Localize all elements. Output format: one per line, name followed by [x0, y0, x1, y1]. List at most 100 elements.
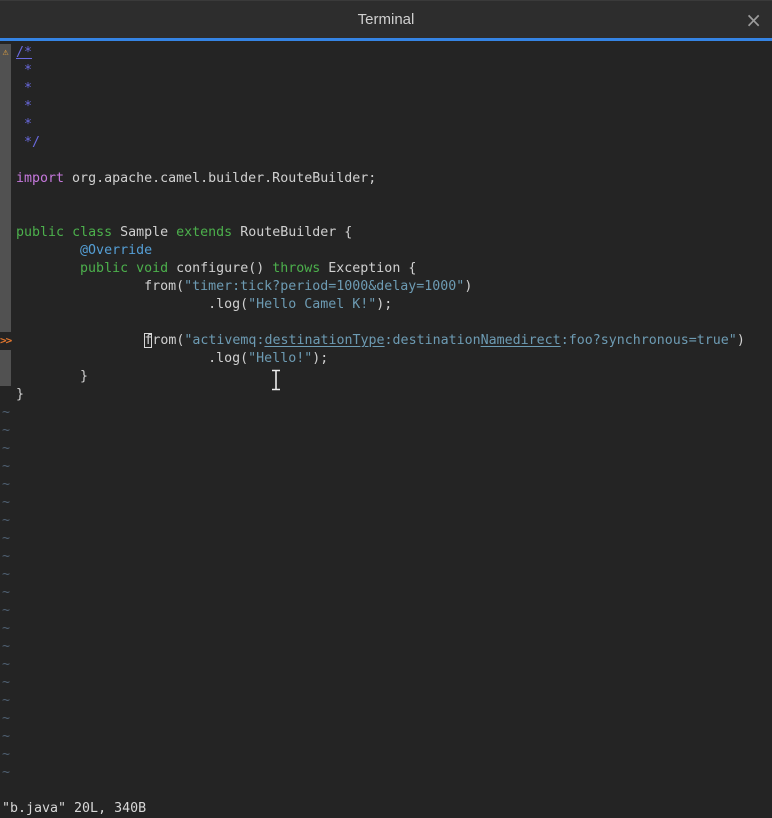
tilde-empty-line: ~	[0, 710, 772, 728]
code-token: /*	[16, 45, 32, 60]
window-titlebar[interactable]: Terminal ×	[0, 0, 772, 38]
code-text: public class Sample extends RouteBuilder…	[16, 224, 352, 242]
terminal-viewport[interactable]: ⚠/* * * * * */ import org.apache.camel.bu…	[0, 41, 772, 818]
code-token: :destination	[385, 333, 481, 348]
tilde-empty-line: ~	[0, 656, 772, 674]
code-text: from("activemq:destinationType:destinati…	[16, 332, 745, 350]
code-line: *	[0, 62, 772, 80]
tilde-empty-line: ~	[0, 566, 772, 584]
code-text: *	[16, 80, 32, 98]
gutter-cell	[0, 62, 11, 80]
code-token: )	[464, 279, 472, 294]
code-line: .log("Hello Camel K!");	[0, 296, 772, 314]
close-icon[interactable]: ×	[745, 10, 762, 30]
code-token: .log(	[208, 351, 248, 366]
code-line	[0, 152, 772, 170]
code-token: "Hello!"	[248, 351, 312, 366]
code-token	[16, 297, 208, 312]
tilde-empty-line: ~	[0, 458, 772, 476]
gutter-cell	[0, 116, 11, 134]
code-token: *	[16, 63, 32, 78]
tilde-empty-line: ~	[0, 602, 772, 620]
gutter-cell	[0, 134, 11, 152]
terminal-window: Terminal × ⚠/* * * * * */ import org.apac…	[0, 0, 772, 818]
code-token: );	[376, 297, 392, 312]
code-token: org.apache.camel.builder.RouteBuilder;	[64, 171, 376, 186]
tilde-empty-line: ~	[0, 440, 772, 458]
code-token: void	[136, 261, 168, 276]
code-token: }	[16, 369, 88, 384]
gutter-cell	[0, 368, 11, 386]
code-text: @Override	[16, 242, 152, 260]
code-line	[0, 314, 772, 332]
vim-status-line: "b.java" 20L, 340B	[0, 800, 772, 818]
code-line: public class Sample extends RouteBuilder…	[0, 224, 772, 242]
tilde-empty-line: ~	[0, 674, 772, 692]
code-token	[16, 261, 80, 276]
code-token: throws	[272, 261, 320, 276]
code-token: public	[16, 225, 64, 240]
tilde-empty-line: ~	[0, 692, 772, 710]
tilde-empty-line: ~	[0, 746, 772, 764]
code-token: Exception {	[320, 261, 416, 276]
code-token: import	[16, 171, 64, 186]
tilde-empty-line: ~	[0, 764, 772, 782]
code-text: */	[16, 134, 40, 152]
window-title: Terminal	[358, 11, 415, 28]
code-token	[64, 225, 72, 240]
code-line: }	[0, 368, 772, 386]
code-token	[128, 261, 136, 276]
code-token: rom(	[152, 333, 184, 348]
gutter-cell	[0, 314, 11, 332]
code-text: .log("Hello Camel K!");	[16, 296, 392, 314]
gutter-cell	[0, 224, 11, 242]
tilde-empty-line: ~	[0, 728, 772, 746]
code-token	[16, 279, 144, 294]
lint-sign-icon: >>	[0, 332, 11, 350]
code-token: "timer:tick?period=1000&delay=1000"	[184, 279, 464, 294]
code-token: *	[16, 117, 32, 132]
code-area: ⚠/* * * * * */ import org.apache.camel.bu…	[0, 44, 772, 404]
code-token	[16, 333, 144, 348]
code-line	[0, 206, 772, 224]
code-text: .log("Hello!");	[16, 350, 328, 368]
code-text: }	[16, 368, 88, 386]
gutter-cell	[0, 296, 11, 314]
code-token	[16, 243, 80, 258]
code-token: );	[312, 351, 328, 366]
code-token: class	[72, 225, 112, 240]
code-token: RouteBuilder {	[232, 225, 352, 240]
tilde-empty-line: ~	[0, 584, 772, 602]
tilde-empty-line: ~	[0, 548, 772, 566]
code-token: Sample	[112, 225, 176, 240]
gutter-cell	[0, 260, 11, 278]
gutter-cell	[0, 206, 11, 224]
gutter-cell	[0, 350, 11, 368]
tilde-empty-line: ~	[0, 494, 772, 512]
code-token: .log(	[208, 297, 248, 312]
code-line: public void configure() throws Exception…	[0, 260, 772, 278]
gutter-cell	[0, 98, 11, 116]
code-token: }	[16, 387, 24, 402]
gutter-cell	[0, 242, 11, 260]
code-token: @Override	[80, 243, 152, 258]
gutter-cell	[0, 170, 11, 188]
code-line: *	[0, 98, 772, 116]
code-text: public void configure() throws Exception…	[16, 260, 416, 278]
tilde-empty-line: ~	[0, 512, 772, 530]
tilde-empty-line: ~	[0, 476, 772, 494]
tilde-empty-line: ~	[0, 638, 772, 656]
code-line: from("timer:tick?period=1000&delay=1000"…	[0, 278, 772, 296]
code-line: ⚠/*	[0, 44, 772, 62]
code-token: configure()	[168, 261, 272, 276]
code-line	[0, 188, 772, 206]
code-token: *	[16, 81, 32, 96]
gutter-cell	[0, 278, 11, 296]
code-token	[16, 351, 208, 366]
tilde-empty-line: ~	[0, 530, 772, 548]
code-line: }	[0, 386, 772, 404]
code-line: >> from("activemq:destinationType:destin…	[0, 332, 772, 350]
tilde-empty-line: ~	[0, 404, 772, 422]
gutter-cell	[0, 152, 11, 170]
code-line: */	[0, 134, 772, 152]
